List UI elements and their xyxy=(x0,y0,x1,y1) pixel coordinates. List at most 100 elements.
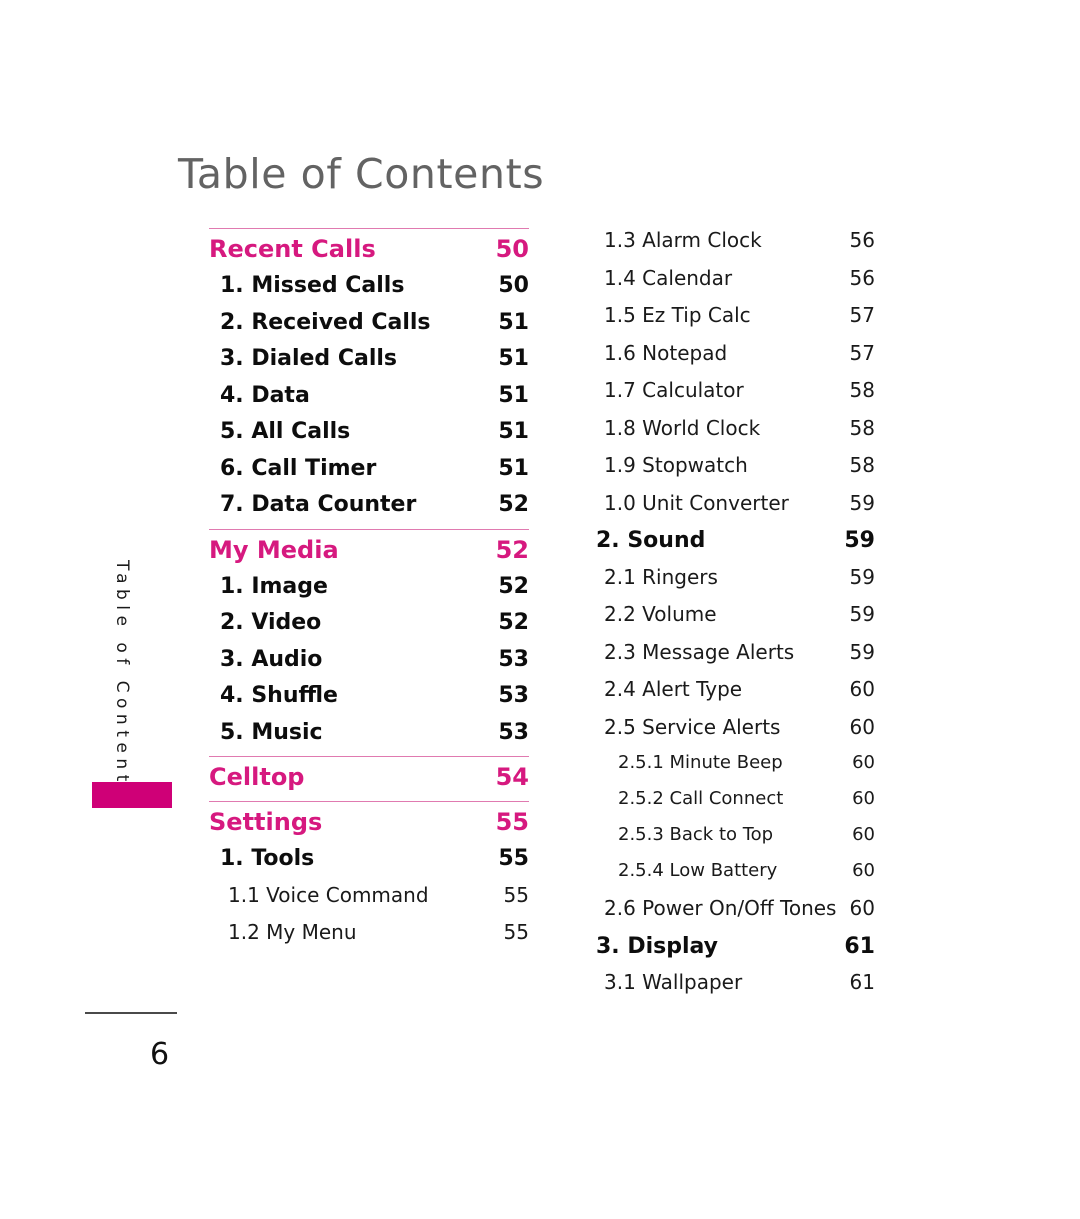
toc-entry-label: 1. Missed Calls xyxy=(220,273,405,298)
toc-entry-label: 3. Dialed Calls xyxy=(220,346,398,371)
toc-item-level2[interactable]: 1.4 Calendar 56 xyxy=(585,266,875,304)
toc-entry-label: 2. Sound xyxy=(596,528,706,553)
toc-section-header[interactable]: Recent Calls 50 xyxy=(209,229,529,273)
toc-item-level1[interactable]: 4. Shuffle 53 xyxy=(209,683,529,720)
toc-item-level2[interactable]: 1.6 Notepad 57 xyxy=(585,341,875,379)
toc-entry-page-number: 55 xyxy=(503,920,529,944)
toc-item-level1[interactable]: 5. All Calls 51 xyxy=(209,419,529,456)
toc-entry-label: 3.1 Wallpaper xyxy=(604,970,743,994)
toc-section-header[interactable]: My Media 52 xyxy=(209,530,529,574)
toc-entry-page-number: 52 xyxy=(498,573,529,599)
toc-item-level2[interactable]: 1.5 Ez Tip Calc 57 xyxy=(585,303,875,341)
toc-entry-label: 2.2 Volume xyxy=(604,602,717,626)
toc-item-level2[interactable]: 2.3 Message Alerts 59 xyxy=(585,640,875,678)
toc-item-level2[interactable]: 3.1 Wallpaper 61 xyxy=(585,970,875,1008)
toc-entry-page-number: 50 xyxy=(498,273,529,298)
toc-entry-page-number: 58 xyxy=(849,378,875,402)
toc-entry-page-number: 52 xyxy=(498,610,529,635)
toc-entry-label: 2.5.3 Back to Top xyxy=(618,824,774,845)
toc-entry-page-number: 53 xyxy=(498,683,529,708)
toc-entry-page-number: 59 xyxy=(849,490,875,515)
toc-entry-page-number: 60 xyxy=(852,788,875,809)
toc-entry-label: 1.0 Unit Converter xyxy=(604,490,789,515)
toc-item-level1[interactable]: 1. Missed Calls 50 xyxy=(209,273,529,310)
toc-item-level1[interactable]: 7. Data Counter 52 xyxy=(209,492,529,529)
toc-item-level1[interactable]: 3. Audio 53 xyxy=(209,647,529,684)
toc-entry-page-number: 61 xyxy=(844,933,875,959)
toc-entry-page-number: 60 xyxy=(852,860,875,881)
toc-entry-label: 1.8 World Clock xyxy=(604,415,761,440)
toc-item-level1[interactable]: 6. Call Timer 51 xyxy=(209,456,529,493)
toc-item-level2[interactable]: 2.2 Volume 59 xyxy=(585,602,875,640)
toc-entry-page-number: 52 xyxy=(498,492,529,517)
toc-item-level3[interactable]: 2.5.3 Back to Top 60 xyxy=(585,824,875,860)
toc-item-level1[interactable]: 1. Image 52 xyxy=(209,574,529,611)
toc-entry-label: 1. Tools xyxy=(220,846,315,871)
toc-entry-label: 2.4 Alert Type xyxy=(604,677,743,701)
toc-section-header[interactable]: Celltop 54 xyxy=(209,757,529,801)
toc-entry-page-number: 53 xyxy=(498,646,529,672)
toc-entry-label: 1.3 Alarm Clock xyxy=(604,228,762,252)
toc-entry-page-number: 55 xyxy=(503,882,529,907)
toc-entry-page-number: 59 xyxy=(849,639,875,664)
toc-entry-label: 2.1 Ringers xyxy=(604,564,718,589)
toc-entry-label: 2.6 Power On/Off Tones xyxy=(604,896,837,920)
toc-entry-label: Settings xyxy=(209,808,323,836)
toc-entry-page-number: 54 xyxy=(495,763,529,791)
toc-item-level2[interactable]: 1.0 Unit Converter 59 xyxy=(585,491,875,529)
toc-entry-label: 1. Image xyxy=(220,573,328,599)
toc-entry-label: 3. Display xyxy=(596,933,719,959)
toc-item-level2[interactable]: 1.1 Voice Command 55 xyxy=(209,883,529,921)
toc-entry-label: 1.5 Ez Tip Calc xyxy=(604,303,751,327)
toc-item-level2[interactable]: 1.2 My Menu 55 xyxy=(209,920,529,958)
toc-entry-page-number: 50 xyxy=(495,235,529,263)
toc-item-level1[interactable]: 5. Music 53 xyxy=(209,720,529,757)
toc-item-level2[interactable]: 2.6 Power On/Off Tones 60 xyxy=(585,896,875,934)
toc-entry-page-number: 51 xyxy=(498,419,529,444)
toc-entry-label: 2.5.4 Low Battery xyxy=(618,860,778,881)
toc-entry-label: 1.6 Notepad xyxy=(604,340,728,365)
footer-rule xyxy=(85,1012,177,1014)
toc-item-level3[interactable]: 2.5.2 Call Connect 60 xyxy=(585,788,875,824)
toc-entry-page-number: 61 xyxy=(849,970,875,994)
toc-entry-label: 5. All Calls xyxy=(220,419,351,444)
toc-entry-page-number: 52 xyxy=(495,535,529,564)
toc-entry-page-number: 60 xyxy=(852,824,875,845)
toc-item-level2[interactable]: 2.5 Service Alerts 60 xyxy=(585,715,875,753)
toc-item-level2[interactable]: 1.7 Calculator 58 xyxy=(585,378,875,416)
toc-entry-page-number: 59 xyxy=(849,602,875,626)
toc-item-level2[interactable]: 1.3 Alarm Clock 56 xyxy=(585,228,875,266)
toc-item-level2[interactable]: 1.9 Stopwatch 58 xyxy=(585,453,875,491)
toc-entry-page-number: 55 xyxy=(498,846,529,871)
toc-entry-label: 4. Data xyxy=(220,382,310,408)
toc-item-level3[interactable]: 2.5.1 Minute Beep 60 xyxy=(585,752,875,788)
toc-item-level1[interactable]: 3. Dialed Calls 51 xyxy=(209,346,529,383)
toc-item-level1[interactable]: 3. Display 61 xyxy=(585,934,875,971)
toc-entry-page-number: 60 xyxy=(849,677,875,701)
toc-item-level1[interactable]: 2. Received Calls 51 xyxy=(209,310,529,347)
toc-entry-page-number: 59 xyxy=(844,528,875,553)
toc-entry-page-number: 51 xyxy=(498,382,529,408)
toc-item-level2[interactable]: 1.8 World Clock 58 xyxy=(585,416,875,454)
toc-entry-page-number: 56 xyxy=(849,265,875,290)
toc-item-level1[interactable]: 2. Video 52 xyxy=(209,610,529,647)
toc-item-level1[interactable]: 1. Tools 55 xyxy=(209,846,529,883)
toc-entry-page-number: 57 xyxy=(849,303,875,327)
toc-entry-page-number: 51 xyxy=(498,309,529,335)
toc-section-header[interactable]: Settings 55 xyxy=(209,802,529,846)
toc-entry-label: 1.4 Calendar xyxy=(604,265,733,290)
toc-column-left: Recent Calls 50 1. Missed Calls 50 2. Receiv… xyxy=(209,228,529,958)
toc-entry-label: Recent Calls xyxy=(209,235,376,263)
toc-entry-label: 6. Call Timer xyxy=(220,455,377,481)
toc-entry-page-number: 60 xyxy=(852,752,875,773)
toc-item-level2[interactable]: 2.4 Alert Type 60 xyxy=(585,677,875,715)
toc-item-level1[interactable]: 2. Sound 59 xyxy=(585,528,875,565)
toc-item-level2[interactable]: 2.1 Ringers 59 xyxy=(585,565,875,603)
toc-entry-label: 1.9 Stopwatch xyxy=(604,453,748,477)
toc-item-level3[interactable]: 2.5.4 Low Battery 60 xyxy=(585,860,875,896)
toc-entry-page-number: 60 xyxy=(849,714,875,739)
toc-entry-label: 2.5 Service Alerts xyxy=(604,714,781,739)
toc-entry-label: 1.7 Calculator xyxy=(604,378,744,402)
toc-item-level1[interactable]: 4. Data 51 xyxy=(209,383,529,420)
toc-entry-page-number: 51 xyxy=(498,455,529,481)
